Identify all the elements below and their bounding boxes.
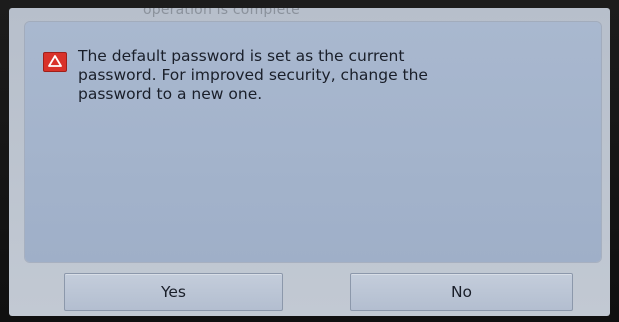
yes-button[interactable]: Yes: [64, 273, 283, 311]
password-warning-dialog: The default password is set as the curre…: [25, 22, 601, 262]
dialog-message: The default password is set as the curre…: [78, 47, 578, 104]
dialog-message-line: password to a new one.: [78, 85, 263, 103]
dialog-message-line: The default password is set as the curre…: [78, 47, 405, 65]
touch-screen: operation is complete The default passwo…: [9, 8, 610, 316]
no-button[interactable]: No: [350, 273, 573, 311]
device-bezel: operation is complete The default passwo…: [0, 0, 619, 322]
dialog-message-line: password. For improved security, change …: [78, 66, 428, 84]
warning-triangle-icon: [43, 52, 67, 72]
background-status-text: operation is complete: [143, 8, 300, 18]
